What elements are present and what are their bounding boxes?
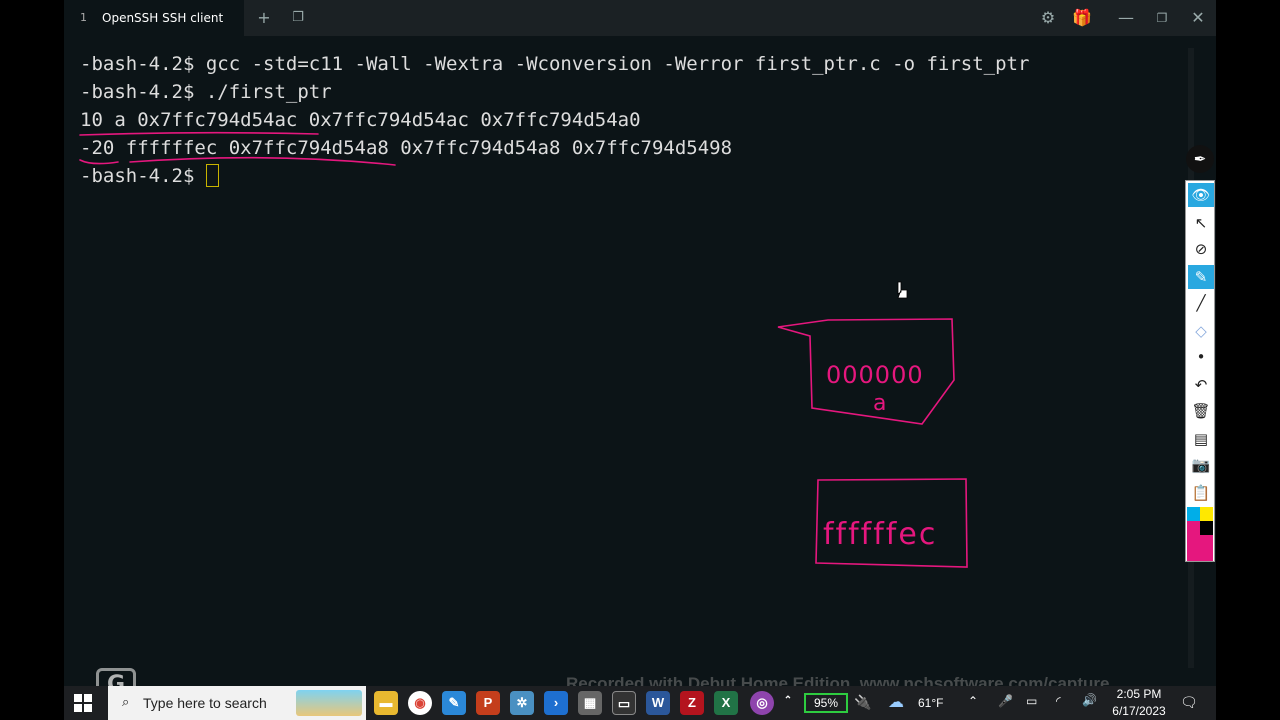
power-icon[interactable]: 🔌 (854, 694, 871, 711)
color-swatch-yellow[interactable] (1200, 507, 1213, 521)
powerpoint-icon[interactable]: P (476, 691, 500, 715)
clipboard-icon[interactable]: 📋 (1188, 481, 1214, 505)
terminal-line: 10 a 0x7ffc794d54ac 0x7ffc794d54ac 0x7ff… (80, 109, 641, 131)
obs-icon[interactable]: ◎ (750, 691, 774, 715)
eye-icon[interactable]: 👁 (1188, 183, 1214, 207)
terminal-line: -bash-4.2$ ./first_ptr (80, 81, 332, 103)
pen-icon[interactable]: ✎ (1188, 265, 1214, 289)
terminal-output[interactable]: -bash-4.2$ gcc -std=c11 -Wall -Wextra -W… (80, 50, 1170, 670)
clock-time[interactable]: 2:05 PM (1110, 687, 1168, 701)
paint-icon[interactable]: ✲ (510, 691, 534, 715)
chevron-up-icon[interactable]: ⌃ (780, 689, 796, 713)
wifi-icon[interactable]: ◜ (1056, 694, 1061, 708)
tray-chevron-icon[interactable]: ⌃ (968, 694, 978, 708)
cloud-icon[interactable]: ☁ (888, 692, 904, 712)
color-swatch-magenta[interactable] (1187, 521, 1200, 535)
file-explorer-icon[interactable]: ▬ (374, 691, 398, 715)
clock-date[interactable]: 6/17/2023 (1110, 704, 1168, 718)
tab-title: OpenSSH SSH client (102, 11, 224, 25)
color-swatch-cyan[interactable] (1187, 507, 1200, 521)
terminal-prompt-line: -bash-4.2$ (80, 162, 1170, 190)
hide-pen-icon[interactable]: ⊘ (1188, 237, 1214, 261)
terminal-cursor (205, 164, 219, 187)
terminal-app-icon[interactable]: › (544, 691, 568, 715)
annotation-toolbar: 👁 ↖ ⊘ ✎ ╱ ◇ • ↶ 🗑 ▤ 📷 📋 (1185, 180, 1215, 562)
battery-icon[interactable]: ▭ (1026, 694, 1037, 708)
terminal-line: -bash-4.2$ gcc -std=c11 -Wall -Wextra -W… (80, 53, 1030, 75)
calculator-icon[interactable]: ▦ (578, 691, 602, 715)
taskbar: ⌕ Type here to search ▬ ◉ ✎ P ✲ › ▦ ▭ W … (64, 686, 1216, 720)
volume-icon[interactable]: 🔊 (1082, 693, 1097, 707)
tab-openssh[interactable]: 1 OpenSSH SSH client (64, 0, 244, 36)
restore-icon[interactable]: ❐ (1152, 8, 1172, 28)
pointer-icon[interactable]: ↖ (1188, 211, 1214, 235)
terminal-window: 1 OpenSSH SSH client + ❐ ⚙ 🎁 — ❐ ✕ -bash… (64, 0, 1216, 686)
word-icon[interactable]: W (646, 691, 670, 715)
new-tab-icon[interactable]: + (254, 8, 274, 28)
camera-icon[interactable]: 📷 (1188, 453, 1214, 477)
tab-list-icon[interactable]: ❐ (288, 8, 308, 28)
terminal-line: -20 ffffffec 0x7ffc794d54a8 0x7ffc794d54… (80, 137, 733, 159)
close-icon[interactable]: ✕ (1188, 8, 1208, 28)
console-icon[interactable]: ▭ (612, 691, 636, 715)
undo-icon[interactable]: ↶ (1188, 373, 1214, 397)
dot-icon[interactable]: • (1188, 345, 1214, 369)
battery-indicator[interactable]: 95% (804, 693, 848, 713)
board-icon[interactable]: ▤ (1188, 427, 1214, 451)
search-placeholder: Type here to search (143, 695, 267, 711)
tab-index: 1 (80, 11, 87, 24)
trash-icon[interactable]: 🗑 (1188, 399, 1214, 423)
microphone-icon[interactable]: 🎤 (998, 694, 1013, 708)
color-swatch-black[interactable] (1200, 521, 1213, 535)
notepad-icon[interactable]: ✎ (442, 691, 466, 715)
eraser-icon[interactable]: ◇ (1188, 319, 1214, 343)
search-icon: ⌕ (122, 695, 130, 710)
filezilla-icon[interactable]: Z (680, 691, 704, 715)
taskbar-search[interactable]: ⌕ Type here to search (108, 686, 366, 720)
minimize-icon[interactable]: — (1116, 8, 1136, 28)
gift-icon[interactable]: 🎁 (1072, 8, 1092, 28)
current-color-swatch[interactable] (1187, 535, 1213, 561)
notification-icon[interactable]: 🗨 (1180, 694, 1198, 711)
windows-start-icon[interactable] (74, 694, 92, 712)
tab-bar: 1 OpenSSH SSH client + ❐ ⚙ 🎁 — ❐ ✕ (64, 0, 1216, 36)
gear-icon[interactable]: ⚙ (1038, 8, 1058, 28)
search-highlight-icon (296, 690, 362, 716)
pen-tool-icon[interactable]: ✒ (1186, 145, 1214, 173)
prompt-text: -bash-4.2$ (80, 165, 206, 187)
excel-icon[interactable]: X (714, 691, 738, 715)
weather-temp[interactable]: 61°F (918, 696, 943, 710)
line-icon[interactable]: ╱ (1188, 291, 1214, 315)
chrome-icon[interactable]: ◉ (408, 691, 432, 715)
